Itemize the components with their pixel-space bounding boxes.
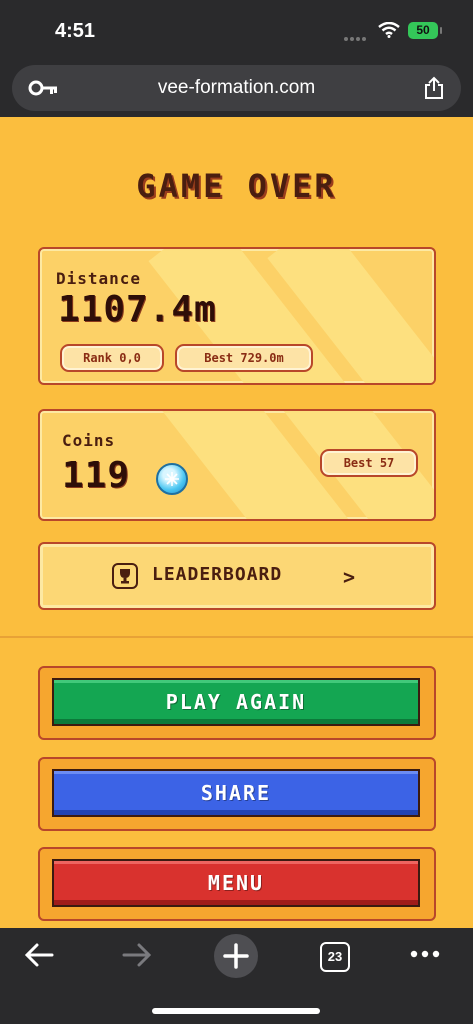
- status-time: 4:51: [55, 20, 96, 42]
- share-button[interactable]: SHARE: [38, 757, 436, 831]
- browser-address-bar: vee-formation.com: [0, 60, 473, 117]
- play-again-button[interactable]: PLAY AGAIN: [38, 666, 436, 740]
- forward-icon[interactable]: [122, 942, 152, 968]
- game-over-screen: GAME OVER Distance 1107.4m Rank 0,0 Best…: [0, 117, 473, 928]
- gem-icon: [156, 463, 188, 495]
- share-label[interactable]: SHARE: [52, 769, 420, 817]
- chevron-right-icon: >: [343, 565, 356, 589]
- divider: [0, 636, 473, 638]
- plus-icon: [223, 943, 249, 969]
- back-icon[interactable]: [24, 942, 54, 968]
- coins-value: 119: [62, 455, 131, 496]
- battery-indicator: 50: [408, 22, 442, 39]
- distance-label: Distance: [56, 269, 142, 288]
- tabs-icon[interactable]: 23: [320, 942, 350, 972]
- leaderboard-label: LEADERBOARD: [152, 564, 283, 585]
- best-coins-chip: Best 57: [320, 449, 418, 477]
- distance-value: 1107.4m: [58, 289, 217, 330]
- game-over-title: GAME OVER: [136, 167, 337, 205]
- distance-panel: Distance 1107.4m Rank 0,0 Best 729.0m: [38, 247, 436, 385]
- coins-panel: Coins 119 Best 57: [38, 409, 436, 521]
- wifi-icon: [378, 22, 400, 38]
- url-field[interactable]: vee-formation.com: [12, 65, 461, 111]
- home-indicator: [152, 1008, 320, 1014]
- menu-label[interactable]: MENU: [52, 859, 420, 907]
- rank-chip: Rank 0,0: [60, 344, 164, 372]
- status-bar: 4:51 50: [0, 0, 473, 60]
- menu-button[interactable]: MENU: [38, 847, 436, 921]
- share-icon[interactable]: [423, 76, 445, 100]
- url-text[interactable]: vee-formation.com: [12, 77, 461, 99]
- best-distance-chip: Best 729.0m: [175, 344, 313, 372]
- browser-toolbar: 23: [0, 928, 473, 1024]
- coins-label: Coins: [62, 431, 116, 450]
- trophy-icon: [112, 563, 138, 589]
- more-icon[interactable]: [410, 950, 440, 958]
- play-again-label[interactable]: PLAY AGAIN: [52, 678, 420, 726]
- new-tab-button[interactable]: [214, 934, 258, 978]
- signal-icon: [344, 26, 372, 41]
- leaderboard-button[interactable]: LEADERBOARD >: [38, 542, 436, 610]
